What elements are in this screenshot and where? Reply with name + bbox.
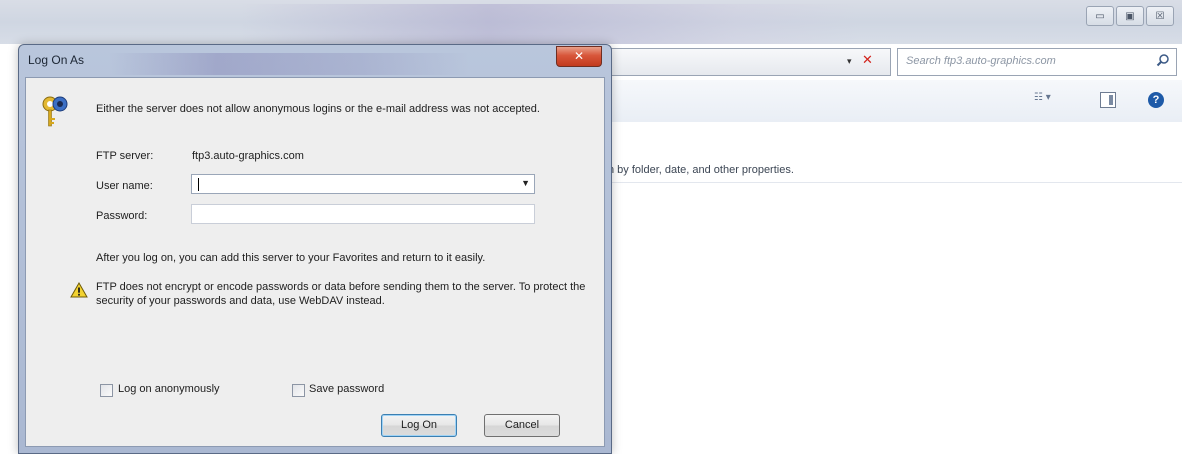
maximize-button[interactable]: ▣	[1116, 6, 1144, 26]
text-caret	[198, 178, 199, 191]
chevron-down-icon[interactable]: ▼	[521, 178, 530, 188]
minimize-button[interactable]: ▭	[1086, 6, 1114, 26]
security-warning: FTP does not encrypt or encode passwords…	[96, 281, 586, 307]
keys-icon	[42, 96, 68, 127]
log-on-button[interactable]: Log On	[381, 414, 457, 437]
search-placeholder: Search ftp3.auto-graphics.com	[906, 55, 1056, 67]
error-message: Either the server does not allow anonymo…	[96, 103, 540, 115]
cancel-button[interactable]: Cancel	[484, 414, 560, 437]
log-on-as-dialog: Log On As ✕ Either the server does not a…	[18, 44, 612, 454]
dialog-title-glass	[109, 53, 469, 75]
close-window-button[interactable]: ☒	[1146, 6, 1174, 26]
address-dropdown-icon[interactable]: ▾	[847, 56, 852, 67]
window-controls: ▭ ▣ ☒	[1086, 6, 1174, 26]
warning-icon	[70, 282, 88, 298]
password-label: Password:	[96, 210, 148, 222]
user-name-label: User name:	[96, 180, 153, 192]
search-icon[interactable]	[1156, 53, 1170, 67]
favorites-hint: After you log on, you can add this serve…	[96, 252, 486, 264]
explorer-title-bar: ▭ ▣ ☒	[0, 0, 1182, 44]
user-name-combobox[interactable]: ▼	[191, 174, 535, 194]
save-password-checkbox[interactable]	[292, 384, 305, 397]
password-field[interactable]	[191, 204, 535, 224]
command-bar: ☷ ▾ ?	[600, 80, 1182, 123]
search-box[interactable]: Search ftp3.auto-graphics.com	[897, 48, 1177, 76]
info-text: n by folder, date, and other properties.	[608, 164, 794, 176]
view-options-icon[interactable]: ☷ ▾	[1034, 92, 1066, 108]
dialog-close-button[interactable]: ✕	[556, 46, 602, 67]
log-on-anonymously-label[interactable]: Log on anonymously	[118, 383, 220, 395]
ftp-server-label: FTP server:	[96, 150, 154, 162]
save-password-label[interactable]: Save password	[309, 383, 384, 395]
address-bar[interactable]: ▾ ✕	[600, 48, 891, 76]
preview-pane-icon[interactable]	[1100, 92, 1116, 108]
title-bar-glass	[240, 4, 860, 44]
dialog-body: Either the server does not allow anonymo…	[25, 77, 605, 447]
help-icon[interactable]: ?	[1148, 92, 1164, 108]
dialog-title: Log On As	[28, 53, 85, 67]
log-on-anonymously-checkbox[interactable]	[100, 384, 113, 397]
ftp-server-value: ftp3.auto-graphics.com	[192, 150, 304, 162]
address-clear-icon[interactable]: ✕	[862, 54, 876, 68]
info-area: n by folder, date, and other properties.	[600, 122, 1182, 183]
